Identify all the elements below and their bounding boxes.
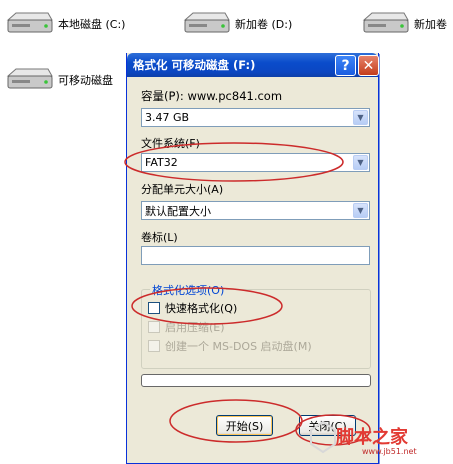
capacity-select[interactable]: 3.47 GB ▼ bbox=[141, 108, 370, 127]
close-icon: ✕ bbox=[362, 57, 375, 74]
enable-compression-option: 启用压缩(E) bbox=[148, 319, 225, 335]
format-options-legend: 格式化选项(O) bbox=[150, 282, 227, 298]
checkbox-icon bbox=[148, 321, 160, 333]
filesystem-value: FAT32 bbox=[145, 156, 178, 169]
drive-label: 新加卷 (D:) bbox=[235, 18, 293, 31]
allocation-label: 分配单元大小(A) bbox=[141, 183, 224, 196]
capacity-value: 3.47 GB bbox=[145, 111, 190, 124]
watermark-logo-icon bbox=[310, 420, 336, 454]
hard-drive-icon bbox=[362, 12, 409, 33]
drive-label: 新加卷 bbox=[414, 18, 447, 31]
watermark-text: 脚本之家 bbox=[336, 427, 408, 448]
drive-label: 本地磁盘 (C:) bbox=[58, 18, 126, 31]
quick-format-option[interactable]: 快速格式化(Q) bbox=[148, 300, 237, 316]
enable-compression-label: 启用压缩(E) bbox=[165, 321, 225, 334]
allocation-value: 默认配置大小 bbox=[145, 204, 211, 218]
hard-drive-icon bbox=[6, 12, 53, 33]
format-dialog: 格式化 可移动磁盘 (F:) ? ✕ 容量(P): www.pc841.com … bbox=[126, 53, 379, 464]
volume-label-label: 卷标(L) bbox=[141, 231, 178, 244]
dropdown-arrow-icon[interactable]: ▼ bbox=[353, 110, 368, 125]
dropdown-arrow-icon[interactable]: ▼ bbox=[353, 155, 368, 170]
allocation-select[interactable]: 默认配置大小 ▼ bbox=[141, 201, 370, 220]
desktop: 本地磁盘 (C:) 新加卷 (D:) 新加卷 可移动磁盘 格式化 可移动磁盘 (… bbox=[0, 0, 453, 464]
help-button[interactable]: ? bbox=[335, 55, 356, 76]
msdos-startup-label: 创建一个 MS-DOS 启动盘(M) bbox=[165, 340, 312, 353]
checkbox-icon[interactable] bbox=[148, 302, 160, 314]
format-options-group: 格式化选项(O) 快速格式化(Q) 启用压缩(E) 创建一个 MS-DOS 启动… bbox=[141, 282, 371, 369]
drive-e[interactable]: 新加卷 bbox=[360, 10, 447, 38]
drive-label: 可移动磁盘 bbox=[58, 74, 113, 87]
quick-format-label: 快速格式化(Q) bbox=[165, 302, 238, 315]
hard-drive-icon bbox=[6, 68, 53, 89]
filesystem-label: 文件系统(F) bbox=[141, 137, 200, 150]
volume-label-input[interactable] bbox=[141, 246, 370, 265]
hard-drive-icon bbox=[183, 12, 230, 33]
dropdown-arrow-icon[interactable]: ▼ bbox=[353, 203, 368, 218]
drive-removable[interactable]: 可移动磁盘 bbox=[4, 66, 113, 94]
help-icon: ? bbox=[341, 57, 350, 74]
capacity-label: 容量(P): www.pc841.com bbox=[141, 89, 283, 103]
msdos-startup-option: 创建一个 MS-DOS 启动盘(M) bbox=[148, 338, 312, 354]
watermark-url: www.jb51.net bbox=[362, 447, 417, 456]
filesystem-select[interactable]: FAT32 ▼ bbox=[141, 153, 370, 172]
progress-bar bbox=[141, 374, 371, 387]
drive-d[interactable]: 新加卷 (D:) bbox=[181, 10, 292, 38]
dialog-title: 格式化 可移动磁盘 (F:) bbox=[133, 58, 256, 72]
close-button[interactable]: ✕ bbox=[358, 55, 379, 76]
title-bar[interactable]: 格式化 可移动磁盘 (F:) ? ✕ bbox=[127, 53, 379, 77]
checkbox-icon bbox=[148, 340, 160, 352]
drive-c[interactable]: 本地磁盘 (C:) bbox=[4, 10, 125, 38]
start-button[interactable]: 开始(S) bbox=[216, 415, 273, 436]
